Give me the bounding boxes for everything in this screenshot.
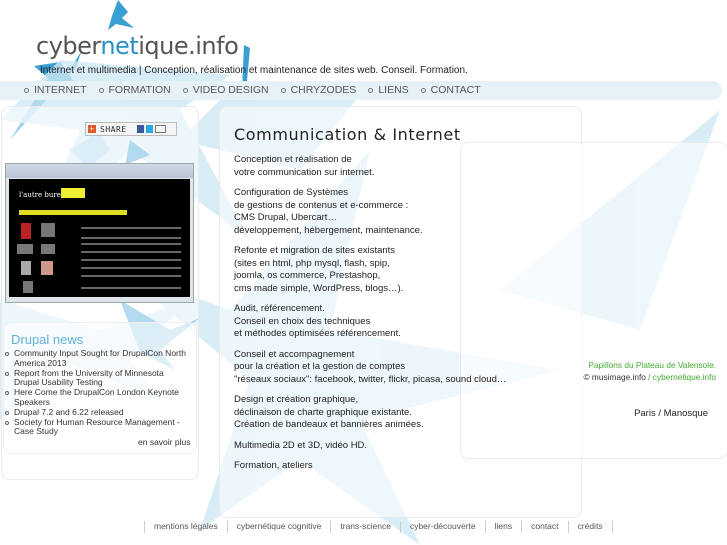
preview-photo xyxy=(41,244,55,254)
main-content: Conception et réalisation de votre commu… xyxy=(234,154,534,481)
news-item[interactable]: Society for Human Resource Management - … xyxy=(4,417,190,437)
preview-text-line xyxy=(81,227,181,229)
footer-divider xyxy=(611,521,613,533)
nav-label: FORMATION xyxy=(108,84,171,96)
content-paragraph: Conception et réalisation de votre commu… xyxy=(234,154,375,178)
footer-link-liens[interactable]: liens xyxy=(484,521,521,533)
image-credit: Papillons du Plateau de Valensole. © mus… xyxy=(584,359,717,383)
news-item[interactable]: Report from the University of Minnesota … xyxy=(4,368,190,388)
nav-item-internet[interactable]: INTERNET xyxy=(24,84,87,96)
preview-text-line xyxy=(81,275,181,277)
content-paragraph: Design et création graphique, déclinaiso… xyxy=(234,394,424,430)
location-text: Paris / Manosque xyxy=(634,408,708,419)
credit-separator: / xyxy=(645,372,653,382)
preview-photo xyxy=(21,261,31,275)
content-paragraph: Configuration de Systèmes de gestions de… xyxy=(234,187,423,236)
preview-text-line xyxy=(81,251,181,253)
logo-text-prefix: cyber xyxy=(36,32,101,60)
content-paragraph: Multimedia 2D et 3D, vidéo HD. xyxy=(234,439,368,451)
news-item[interactable]: Drupal 7.2 and 6.22 released xyxy=(4,407,190,418)
footer-link-cyber-decouverte[interactable]: cyber-découverte xyxy=(399,521,485,533)
page-title: Communication & Internet xyxy=(234,124,461,144)
facebook-icon[interactable] xyxy=(136,125,144,133)
preview-page: l'autre bureau xyxy=(9,179,190,297)
footer-link-mentions-legales[interactable]: mentions légales xyxy=(144,521,227,533)
nav-label: INTERNET xyxy=(34,84,87,96)
preview-badge xyxy=(61,188,85,198)
site-tagline: Internet et multimedia | Conception, réa… xyxy=(40,65,468,76)
twitter-icon[interactable] xyxy=(145,125,153,133)
bullet-icon xyxy=(24,87,29,93)
credit-link[interactable]: cybernetique.info xyxy=(653,372,716,382)
nav-label: LIENS xyxy=(378,84,409,96)
footer-link-contact[interactable]: contact xyxy=(521,521,567,533)
browser-chrome xyxy=(6,164,193,178)
website-preview-image[interactable]: l'autre bureau xyxy=(5,163,194,303)
content-paragraph: Conseil et accompagnement pour la créati… xyxy=(234,348,507,385)
preview-text-line xyxy=(81,237,181,239)
nav-label: VIDEO DESIGN xyxy=(192,84,269,96)
preview-menu xyxy=(19,210,127,215)
footer-links: mentions légales cybernétique cognitive … xyxy=(144,521,613,533)
footer-link-credits[interactable]: crédits xyxy=(567,521,612,533)
email-icon[interactable] xyxy=(154,125,166,133)
news-item[interactable]: Community Input Sought for DrupalCon Nor… xyxy=(4,348,190,368)
nav-label: CONTACT xyxy=(430,84,481,96)
content-paragraph: Audit, référencement. Conseil en choix d… xyxy=(234,303,401,339)
share-label: SHARE xyxy=(100,124,127,134)
main-nav: INTERNET FORMATION VIDEO DESIGN CHRYZODE… xyxy=(24,84,493,96)
preview-photo xyxy=(41,223,55,237)
logo-text-suffix: ique.info xyxy=(138,32,239,60)
news-title: Drupal news xyxy=(11,332,84,347)
preview-photo xyxy=(17,244,33,254)
bullet-icon xyxy=(182,87,188,93)
bullet-icon xyxy=(368,87,374,93)
nav-item-formation[interactable]: FORMATION xyxy=(98,84,171,96)
preview-text-line xyxy=(81,243,181,245)
content-paragraph: Formation, ateliers xyxy=(234,460,313,471)
footer-link-cybernetique-cognitive[interactable]: cybernétique cognitive xyxy=(226,521,331,533)
preview-text-line xyxy=(81,259,181,261)
nav-item-chryzodes[interactable]: CHRYZODES xyxy=(280,84,357,96)
nav-item-video-design[interactable]: VIDEO DESIGN xyxy=(182,84,269,96)
bullet-icon xyxy=(280,87,286,93)
image-caption: Papillons du Plateau de Valensole. xyxy=(588,360,716,370)
bullet-icon xyxy=(98,87,104,93)
site-logo[interactable]: cybernetique.info xyxy=(36,32,239,60)
news-item[interactable]: Here Come the DrupalCon London Keynote S… xyxy=(4,387,190,407)
preview-text-line xyxy=(81,267,181,269)
nav-label: CHRYZODES xyxy=(290,84,357,96)
preview-photo xyxy=(21,223,31,239)
preview-text-line xyxy=(81,287,181,289)
nav-item-contact[interactable]: CONTACT xyxy=(420,84,481,96)
news-list: Community Input Sought for DrupalCon Nor… xyxy=(4,348,190,437)
nav-item-liens[interactable]: LIENS xyxy=(368,84,409,96)
bullet-icon xyxy=(420,87,426,93)
share-button[interactable]: + SHARE xyxy=(85,122,177,136)
logo-text-accent: net xyxy=(100,32,139,60)
preview-photo xyxy=(23,281,33,293)
plus-icon: + xyxy=(88,125,96,133)
more-news-link[interactable]: en savoir plus xyxy=(138,437,190,447)
preview-photo xyxy=(41,261,53,275)
copyright-text[interactable]: © musimage.info xyxy=(584,372,646,382)
footer-link-trans-science[interactable]: trans-science xyxy=(330,521,400,533)
content-paragraph: Refonte et migration de sites existants … xyxy=(234,245,404,294)
